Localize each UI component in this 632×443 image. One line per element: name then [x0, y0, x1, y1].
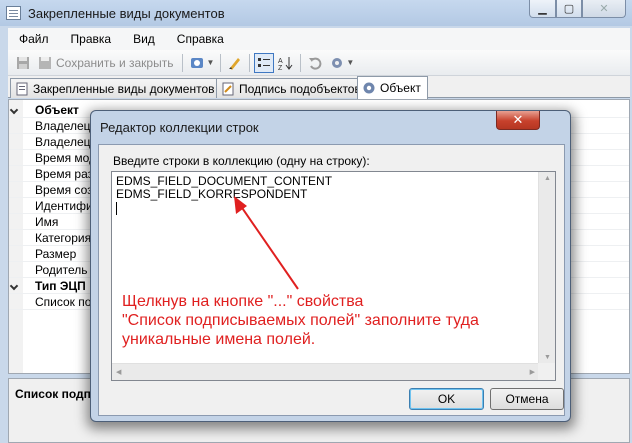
- arrow-shaft: [235, 198, 299, 290]
- annotation-text: Щелкнув на кнопке "..." свойства "Список…: [122, 292, 479, 349]
- tab-label: Объект: [380, 81, 421, 95]
- annotation-line: "Список подписываемых полей" заполните т…: [122, 312, 479, 329]
- tab-object[interactable]: Объект: [357, 76, 428, 99]
- annotation-line: Щелкнув на кнопке "..." свойства: [122, 293, 364, 310]
- gear-icon: [362, 81, 376, 95]
- annotation-arrow: [234, 196, 299, 290]
- annotation-line: уникальные имена полей.: [122, 331, 316, 348]
